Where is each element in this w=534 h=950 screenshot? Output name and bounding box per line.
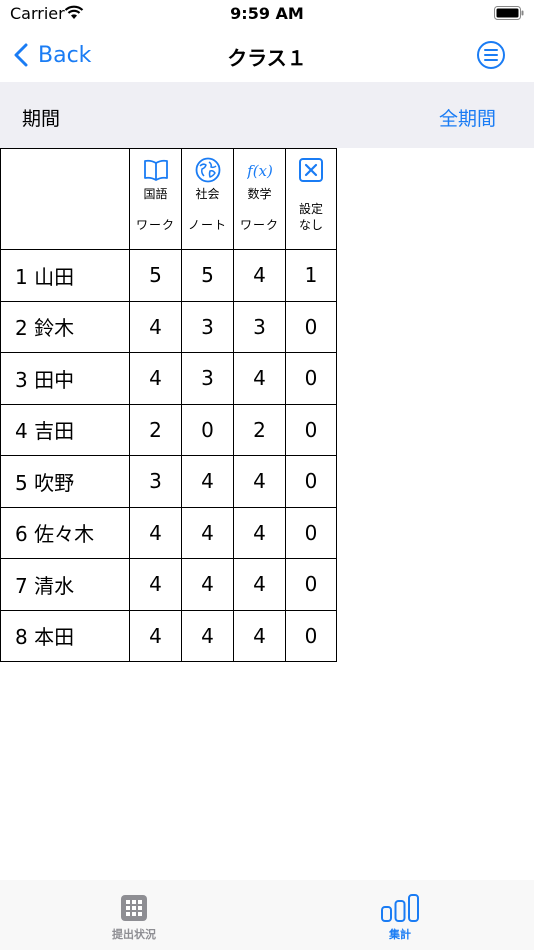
student-name: 4 吉田: [0, 403, 130, 456]
count-cell: 3: [129, 455, 182, 508]
count-cell: 5: [129, 249, 182, 302]
count-cell: 4: [181, 506, 234, 559]
count-cell: 0: [285, 609, 337, 662]
column-kind: 設定なし: [298, 202, 323, 232]
clock: 9:59 AM: [230, 4, 304, 23]
period-selector[interactable]: 全期間: [439, 104, 496, 131]
count-cell: 4: [181, 609, 234, 662]
count-cell: 4: [181, 455, 234, 508]
bar-chart-icon: [381, 894, 419, 922]
battery-icon: [494, 6, 524, 20]
column-header-shakai[interactable]: 社会 ノート: [181, 148, 234, 250]
column-kind: ワーク: [135, 218, 175, 232]
count-cell: 4: [233, 455, 286, 508]
count-cell: 3: [181, 352, 234, 405]
count-cell: 0: [285, 403, 337, 456]
student-name: 6 佐々木: [0, 506, 130, 559]
count-cell: 4: [233, 506, 286, 559]
tab-label: 提出状況: [112, 928, 156, 941]
student-name: 5 吹野: [0, 455, 130, 508]
tab-submission-status[interactable]: 提出状況: [54, 894, 214, 942]
count-cell: 5: [181, 249, 234, 302]
table-row[interactable]: 2 鈴木 4 3 3 0: [0, 300, 337, 353]
count-cell: 4: [129, 300, 182, 353]
column-kind: ワーク: [239, 218, 279, 232]
period-bar: 期間 全期間: [0, 82, 534, 148]
student-name: 3 田中: [0, 352, 130, 405]
back-button[interactable]: Back: [14, 38, 91, 72]
table-row[interactable]: 4 吉田 2 0 2 0: [0, 403, 337, 456]
back-label: Back: [38, 42, 92, 68]
count-cell: 2: [129, 403, 182, 456]
count-cell: 4: [181, 558, 234, 611]
count-cell: 3: [233, 300, 286, 353]
column-subject: 国語: [143, 187, 168, 201]
count-cell: 4: [129, 352, 182, 405]
tab-summary[interactable]: 集計: [320, 894, 480, 942]
tab-bar: 提出状況 集計: [0, 880, 534, 950]
table-row[interactable]: 3 田中 4 3 4 0: [0, 352, 337, 405]
table-row[interactable]: 7 清水 4 4 4 0: [0, 558, 337, 611]
grid-icon: [121, 895, 147, 921]
count-cell: 0: [285, 506, 337, 559]
column-subject: 社会: [195, 187, 220, 201]
column-header-unset[interactable]: 設定なし: [285, 148, 337, 250]
table-row[interactable]: 8 本田 4 4 4 0: [0, 609, 337, 662]
summary-table: 国語 ワーク 社会 ノート f(x) 数学 ワーク 設定なし 1 山田 5 5 …: [0, 148, 337, 662]
count-cell: 2: [233, 403, 286, 456]
column-subject: 数学: [247, 187, 272, 201]
table-row[interactable]: 1 山田 5 5 4 1: [0, 249, 337, 302]
book-icon: [143, 159, 168, 181]
tab-label: 集計: [389, 928, 411, 941]
column-header-sugaku[interactable]: f(x) 数学 ワーク: [233, 148, 286, 250]
count-cell: 0: [181, 403, 234, 456]
count-cell: 4: [233, 558, 286, 611]
student-name: 2 鈴木: [0, 300, 130, 353]
student-name: 8 本田: [0, 609, 130, 662]
chevron-left-icon: [14, 43, 28, 67]
period-label: 期間: [22, 108, 61, 130]
count-cell: 4: [129, 609, 182, 662]
count-cell: 3: [181, 300, 234, 353]
count-cell: 0: [285, 300, 337, 353]
svg-text:f(x): f(x): [247, 162, 273, 180]
function-icon: f(x): [247, 162, 273, 180]
count-cell: 4: [233, 249, 286, 302]
count-cell: 0: [285, 455, 337, 508]
status-bar: Carrier 9:59 AM: [0, 0, 534, 30]
navigation-bar: Back クラス１: [0, 30, 534, 82]
student-name: 1 山田: [0, 249, 130, 302]
header-corner-cell: [0, 148, 130, 250]
table-header-row: 国語 ワーク 社会 ノート f(x) 数学 ワーク 設定なし: [0, 148, 337, 250]
count-cell: 0: [285, 558, 337, 611]
globe-map-icon: [195, 157, 220, 183]
x-square-icon: [299, 158, 323, 182]
student-name: 7 清水: [0, 558, 130, 611]
count-cell: 4: [233, 609, 286, 662]
menu-icon[interactable]: [476, 40, 506, 70]
count-cell: 4: [129, 558, 182, 611]
table-row[interactable]: 6 佐々木 4 4 4 0: [0, 506, 337, 559]
count-cell: 4: [233, 352, 286, 405]
column-kind: ノート: [187, 218, 227, 232]
table-row[interactable]: 5 吹野 3 4 4 0: [0, 455, 337, 508]
column-header-kokugo[interactable]: 国語 ワーク: [129, 148, 182, 250]
count-cell: 4: [129, 506, 182, 559]
count-cell: 1: [285, 249, 337, 302]
count-cell: 0: [285, 352, 337, 405]
